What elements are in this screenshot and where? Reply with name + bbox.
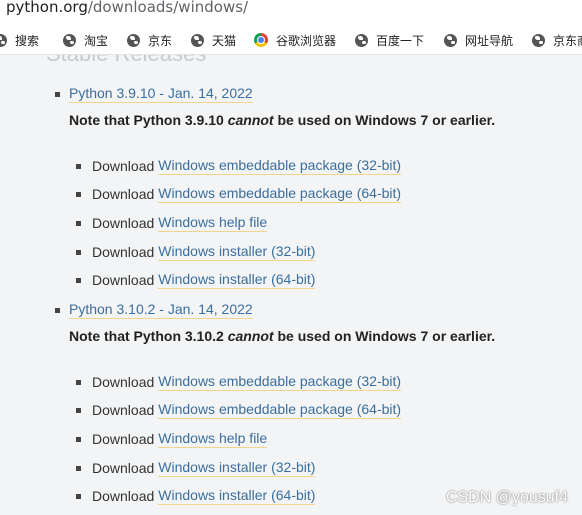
bookmarks-bar: 搜索 淘宝 京东 天猫 谷歌浏览器 百度一下 网址导航 京东商 <box>0 26 582 55</box>
download-item: Download Windows installer (32-bit) <box>76 459 316 477</box>
address-bar[interactable]: python.org/downloads/windows/ <box>0 0 582 26</box>
list-bullet <box>76 493 81 499</box>
download-item: Download Windows help file <box>76 214 268 232</box>
section-heading: Stable Releases <box>46 55 206 67</box>
globe-icon <box>355 33 368 47</box>
download-link[interactable]: Windows embeddable package (64-bit) <box>158 401 402 419</box>
download-item: Download Windows help file <box>76 430 268 448</box>
bookmark-nav[interactable]: 网址导航 <box>444 31 513 49</box>
list-bullet <box>76 249 81 255</box>
bookmark-taobao[interactable]: 淘宝 <box>63 31 108 49</box>
bookmark-label: 天猫 <box>212 33 237 48</box>
watermark: CSDN @yousuf4 <box>445 489 568 506</box>
download-link[interactable]: Windows embeddable package (32-bit) <box>158 157 402 175</box>
download-item: Download Windows installer (64-bit) <box>76 487 316 505</box>
bookmark-jd-mall[interactable]: 京东商 <box>532 31 582 49</box>
bookmark-search[interactable]: 搜索 <box>0 31 39 49</box>
download-link[interactable]: Windows installer (64-bit) <box>158 271 316 289</box>
bookmark-label: 京东商 <box>553 33 582 48</box>
download-item: Download Windows embeddable package (32-b… <box>76 373 402 391</box>
list-bullet <box>76 191 81 197</box>
list-bullet <box>55 92 60 97</box>
download-link[interactable]: Windows embeddable package (64-bit) <box>158 185 402 203</box>
download-link[interactable]: Windows installer (32-bit) <box>158 243 316 261</box>
bookmark-chrome[interactable]: 谷歌浏览器 <box>254 31 336 49</box>
download-link[interactable]: Windows help file <box>158 430 268 448</box>
page-content: Stable Releases Python 3.9.10 - Jan. 14,… <box>0 55 582 515</box>
globe-icon <box>63 33 76 47</box>
bookmark-label: 京东 <box>148 33 173 48</box>
list-bullet <box>76 379 81 385</box>
bookmark-label: 网址导航 <box>465 33 514 48</box>
list-bullet <box>76 220 81 226</box>
release-note: Note that Python 3.10.2 cannot be used o… <box>69 328 496 344</box>
download-item: Download Windows embeddable package (32-b… <box>76 157 402 175</box>
download-item: Download Windows embeddable package (64-b… <box>76 401 402 419</box>
bookmark-label: 搜索 <box>15 33 40 48</box>
globe-icon <box>127 33 140 47</box>
bookmark-label: 百度一下 <box>376 33 425 48</box>
download-link[interactable]: Windows help file <box>158 214 268 232</box>
download-item: Download Windows embeddable package (64-b… <box>76 185 402 203</box>
download-link[interactable]: Windows embeddable package (32-bit) <box>158 373 402 391</box>
url-path: /downloads/windows/ <box>87 0 249 16</box>
release-note: Note that Python 3.9.10 cannot be used o… <box>69 112 496 128</box>
bookmark-jd[interactable]: 京东 <box>127 31 172 49</box>
bookmark-label: 谷歌浏览器 <box>276 33 337 48</box>
chrome-icon <box>254 33 268 47</box>
bookmark-label: 淘宝 <box>84 33 109 48</box>
globe-icon <box>191 33 204 47</box>
bookmark-tmall[interactable]: 天猫 <box>191 31 236 49</box>
download-link[interactable]: Windows installer (32-bit) <box>158 459 316 477</box>
url-text[interactable]: python.org/downloads/windows/ <box>6 0 248 16</box>
list-bullet <box>76 465 81 471</box>
download-item: Download Windows installer (64-bit) <box>76 271 316 289</box>
globe-icon <box>0 33 7 47</box>
download-link[interactable]: Windows installer (64-bit) <box>158 487 316 505</box>
list-bullet <box>76 436 81 442</box>
list-bullet <box>55 308 60 313</box>
bookmark-baidu[interactable]: 百度一下 <box>355 31 424 49</box>
globe-icon <box>444 33 457 47</box>
release-link[interactable]: Python 3.10.2 - Jan. 14, 2022 <box>69 301 253 319</box>
globe-icon <box>532 33 545 47</box>
list-bullet <box>76 407 81 413</box>
list-bullet <box>76 277 81 283</box>
release-link[interactable]: Python 3.9.10 - Jan. 14, 2022 <box>69 85 253 103</box>
list-bullet <box>76 163 81 169</box>
url-host: python.org <box>6 0 88 16</box>
download-item: Download Windows installer (32-bit) <box>76 243 316 261</box>
